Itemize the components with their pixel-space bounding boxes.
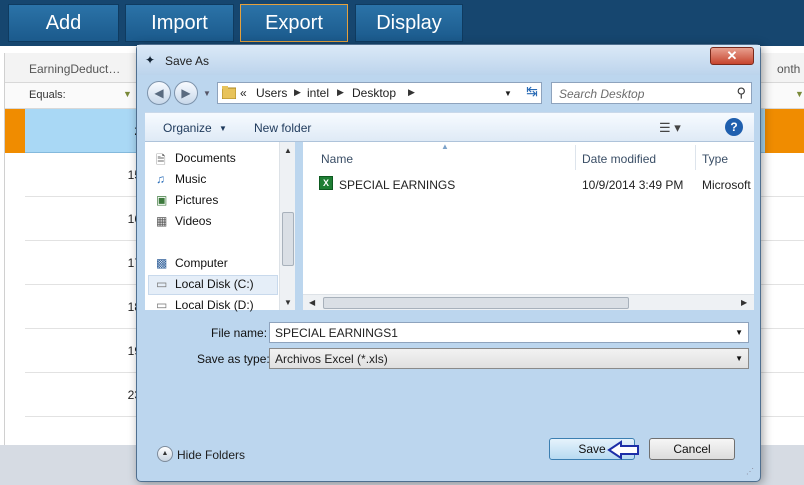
add-button[interactable]: Add	[8, 4, 119, 42]
dialog-titlebar[interactable]: ✦ Save As ✕	[137, 45, 760, 75]
table-cell: 15	[127, 168, 141, 182]
breadcrumb-intel[interactable]: intel	[307, 86, 329, 100]
help-icon[interactable]: ?	[725, 118, 743, 136]
breadcrumb-overflow[interactable]: «	[240, 86, 247, 100]
column-header-type[interactable]: Type	[702, 152, 728, 166]
documents-icon: 🗎	[156, 153, 166, 167]
table-cell: 16	[127, 212, 141, 226]
close-button[interactable]: ✕	[710, 47, 754, 65]
column-header-date-modified[interactable]: Date modified	[582, 152, 656, 166]
excel-file-icon: X	[319, 176, 333, 190]
breadcrumb-separator-icon[interactable]: ▶	[294, 87, 301, 98]
column-header-name[interactable]: Name	[321, 152, 353, 166]
back-button[interactable]: ◀	[147, 81, 171, 105]
nav-item-local-disk-c[interactable]: Local Disk (C:)	[175, 277, 254, 291]
save-as-type-value: Archivos Excel (*.xls)	[275, 352, 388, 366]
view-options-icon[interactable]: ☰ ▾	[659, 120, 681, 136]
breadcrumb-separator-icon[interactable]: ▶	[408, 87, 415, 98]
filter-funnel-icon[interactable]: ▼	[795, 89, 804, 99]
folder-icon	[222, 86, 236, 99]
table-cell: 17	[127, 256, 141, 270]
file-list: ▲ Name Date modified Type X SPECIAL EARN…	[303, 142, 754, 310]
scroll-right-arrow[interactable]: ▶	[741, 298, 747, 307]
annotation-arrow-icon	[607, 440, 639, 460]
command-bar: Organize ▼ New folder ☰ ▾ ?	[145, 112, 754, 142]
import-button[interactable]: Import	[125, 4, 234, 42]
row-indicator	[5, 109, 25, 153]
file-name-label: File name:	[211, 326, 268, 340]
file-name: SPECIAL EARNINGS	[339, 178, 456, 192]
file-type: Microsoft	[702, 178, 751, 192]
grid-header-month[interactable]: onth	[777, 62, 800, 76]
filter-funnel-icon[interactable]: ▼	[123, 89, 132, 99]
organize-menu[interactable]: Organize	[163, 121, 212, 135]
search-icon[interactable]: ⚲	[736, 85, 746, 101]
column-separator[interactable]	[575, 145, 576, 170]
app-toolbar: Add Import Export Display	[0, 0, 804, 46]
cancel-button[interactable]: Cancel	[649, 438, 735, 460]
resize-grip-icon[interactable]: ⋰	[746, 467, 756, 477]
forward-arrow-icon: ▶	[181, 86, 191, 100]
save-as-icon: ✦	[145, 53, 156, 67]
new-folder-button[interactable]: New folder	[254, 121, 311, 135]
breadcrumb-desktop[interactable]: Desktop	[352, 86, 396, 100]
scroll-down-arrow[interactable]: ▼	[284, 298, 292, 307]
table-cell: 2	[25, 124, 141, 138]
nav-pane-scrollbar[interactable]: ▲ ▼	[279, 142, 295, 310]
drive-icon: ▭	[156, 277, 168, 291]
export-button[interactable]: Export	[240, 4, 348, 42]
grid-header-earning-deduction[interactable]: EarningDeduct…	[29, 62, 120, 76]
save-as-type-select[interactable]: Archivos Excel (*.xls) ▼	[269, 348, 749, 369]
search-input[interactable]: Search Desktop ⚲	[551, 82, 752, 104]
refresh-icon[interactable]: ↹	[520, 83, 544, 103]
computer-icon: ▩	[156, 256, 168, 270]
back-arrow-icon: ◀	[154, 86, 164, 100]
hide-folders-label: Hide Folders	[177, 448, 246, 462]
collapse-icon: ▲	[157, 446, 173, 462]
file-name-input[interactable]: SPECIAL EARNINGS1 ▼	[269, 322, 749, 343]
save-as-type-label: Save as type:	[197, 352, 270, 366]
recent-locations-dropdown[interactable]: ▼	[203, 89, 211, 98]
music-icon: ♫	[156, 172, 165, 186]
file-row[interactable]: X SPECIAL EARNINGS 10/9/2014 3:49 PM Mic…	[319, 174, 752, 196]
file-name-value: SPECIAL EARNINGS1	[275, 326, 398, 340]
nav-item-local-disk-d[interactable]: Local Disk (D:)	[175, 298, 254, 312]
navigation-pane: 🗎 Documents ♫ Music ▣ Pictures ▦ Videos …	[145, 142, 295, 312]
save-as-type-dropdown-arrow[interactable]: ▼	[735, 354, 743, 363]
nav-item-music[interactable]: Music	[175, 172, 206, 186]
scroll-left-arrow[interactable]: ◀	[309, 298, 315, 307]
nav-item-videos[interactable]: Videos	[175, 214, 211, 228]
address-bar[interactable]: « Users ▶ intel ▶ Desktop ▶ ▼	[217, 82, 542, 104]
row-highlight	[765, 109, 804, 153]
sort-indicator-icon: ▲	[441, 142, 449, 151]
forward-button[interactable]: ▶	[174, 81, 198, 105]
file-list-horizontal-scrollbar[interactable]: ◀ ▶	[303, 294, 754, 310]
nav-item-documents[interactable]: Documents	[175, 151, 236, 165]
pictures-icon: ▣	[156, 193, 168, 207]
search-placeholder: Search Desktop	[559, 87, 645, 101]
address-dropdown-arrow[interactable]: ▼	[504, 89, 512, 98]
breadcrumb-separator-icon[interactable]: ▶	[337, 87, 344, 98]
videos-icon: ▦	[156, 214, 168, 228]
breadcrumb-users[interactable]: Users	[256, 86, 287, 100]
dialog-title: Save As	[165, 54, 210, 68]
table-cell: 19	[127, 344, 141, 358]
organize-dropdown-arrow[interactable]: ▼	[219, 124, 227, 133]
table-cell: 18	[127, 300, 141, 314]
save-as-dialog: ✦ Save As ✕ ◀ ▶ ▼ « Users ▶ intel ▶ Desk…	[136, 44, 761, 482]
scrollbar-thumb[interactable]	[323, 297, 629, 309]
drive-icon: ▭	[156, 298, 168, 312]
scroll-up-arrow[interactable]: ▲	[284, 146, 292, 155]
display-button[interactable]: Display	[355, 4, 463, 42]
nav-item-pictures[interactable]: Pictures	[175, 193, 218, 207]
nav-item-computer[interactable]: Computer	[175, 256, 228, 270]
column-separator[interactable]	[695, 145, 696, 170]
file-date-modified: 10/9/2014 3:49 PM	[582, 178, 684, 192]
table-cell: 23	[127, 388, 141, 402]
filter-label: Equals:	[29, 89, 66, 101]
scrollbar-thumb[interactable]	[282, 212, 294, 266]
file-name-dropdown-arrow[interactable]: ▼	[735, 328, 743, 337]
